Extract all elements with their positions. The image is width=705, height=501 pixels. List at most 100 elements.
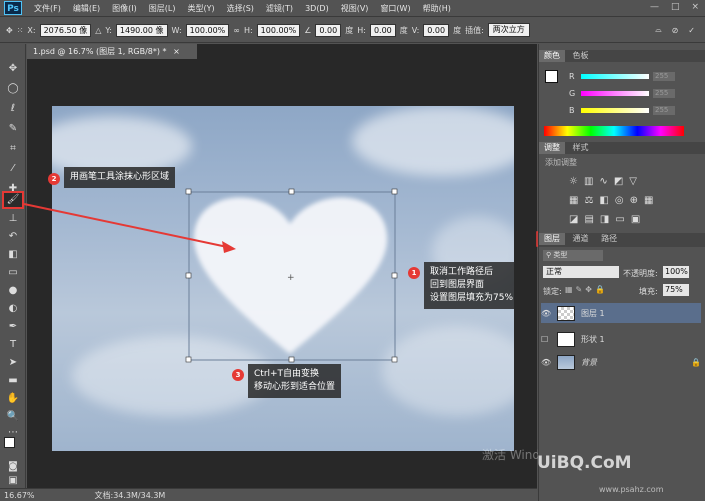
tab-styles[interactable]: 样式 (568, 142, 594, 154)
tab-color[interactable]: 颜色 (539, 50, 565, 62)
menu-type[interactable]: 类型(Y) (181, 3, 220, 14)
close-button[interactable]: × (691, 2, 699, 12)
blend-mode-select[interactable]: 正常 (543, 266, 619, 278)
move-tool-icon[interactable]: ✥ (6, 26, 13, 35)
layer-row-2[interactable]: ☐ 形状 1 (541, 329, 701, 349)
eye-icon[interactable]: 👁 (541, 309, 551, 318)
type-tool-icon[interactable]: T (4, 338, 22, 352)
width-field[interactable]: 100.00% (185, 23, 230, 37)
brightness-icon[interactable]: ☼ (569, 176, 584, 187)
quick-mask-icon[interactable]: ◙ (4, 460, 22, 474)
menu-filter[interactable]: 滤镜(T) (260, 3, 299, 14)
layer-filter[interactable]: ⚲ 类型 (543, 250, 603, 261)
shape-tool-icon[interactable]: ▬ (4, 374, 22, 388)
dodge-tool-icon[interactable]: ◐ (4, 302, 22, 316)
green-value[interactable]: 255 (653, 88, 675, 98)
height-field[interactable]: 100.00% (256, 23, 301, 37)
curves-icon[interactable]: ∿ (599, 176, 613, 187)
menu-edit[interactable]: 编辑(E) (67, 3, 106, 14)
photo-filter-icon[interactable]: ◎ (615, 195, 630, 206)
exposure-icon[interactable]: ◩ (614, 176, 629, 187)
history-brush-tool-icon[interactable]: ↶ (4, 230, 22, 244)
tab-paths[interactable]: 路径 (596, 233, 622, 245)
layer-name[interactable]: 图层 1 (581, 308, 605, 319)
blue-value[interactable]: 255 (653, 105, 675, 115)
cancel-transform-icon[interactable]: ⊘ (672, 26, 679, 35)
opacity-field[interactable]: 100% (663, 266, 689, 278)
menu-help[interactable]: 帮助(H) (417, 3, 457, 14)
y-field[interactable]: 1490.00 像 (115, 23, 168, 37)
tab-swatches[interactable]: 色板 (568, 50, 594, 62)
menu-view[interactable]: 视图(V) (335, 3, 375, 14)
path-select-tool-icon[interactable]: ➤ (4, 356, 22, 370)
clone-stamp-tool-icon[interactable]: ⊥ (4, 212, 22, 226)
vibrance-icon[interactable]: ▽ (629, 176, 643, 187)
document-tab[interactable]: 1.psd @ 16.7% (图层 1, RGB/8*) * × (27, 44, 197, 59)
maximize-button[interactable]: □ (671, 2, 680, 12)
fill-field[interactable]: 75% (663, 284, 689, 296)
menu-select[interactable]: 选择(S) (221, 3, 260, 14)
hskew-field[interactable]: 0.00 (369, 23, 396, 37)
red-slider[interactable] (581, 73, 649, 79)
eye-icon[interactable]: 👁 (541, 358, 551, 367)
layer-thumbnail (557, 331, 575, 347)
foreground-color-swatch[interactable] (4, 437, 15, 448)
layer-row-1[interactable]: 👁 图层 1 (541, 303, 701, 323)
lookup-icon[interactable]: ▦ (644, 195, 659, 206)
menu-image[interactable]: 图像(I) (106, 3, 143, 14)
tab-adjustments[interactable]: 调整 (539, 142, 565, 154)
pen-tool-icon[interactable]: ✒ (4, 320, 22, 334)
angle-field[interactable]: 0.00 (315, 23, 342, 37)
tab-channels[interactable]: 通道 (568, 233, 594, 245)
selective-color-icon[interactable]: ▣ (631, 214, 646, 225)
threshold-icon[interactable]: ◨ (600, 214, 615, 225)
zoom-tool-icon[interactable]: 🔍 (4, 410, 22, 424)
move-tool-icon[interactable]: ✥ (4, 62, 22, 76)
eyedropper-tool-icon[interactable]: ⁄ (4, 162, 22, 176)
brush-tool-icon[interactable]: 🖌 (2, 191, 24, 209)
screen-mode-icon[interactable]: ▣ (4, 474, 22, 488)
posterize-icon[interactable]: ▤ (584, 214, 599, 225)
x-field[interactable]: 2076.50 像 (39, 23, 92, 37)
lasso-tool-icon[interactable]: ℓ (4, 102, 22, 116)
blue-slider[interactable] (581, 107, 649, 113)
commit-transform-icon[interactable]: ✓ (688, 26, 695, 35)
crop-tool-icon[interactable]: ⌗ (4, 142, 22, 156)
tab-layers[interactable]: 图层 (539, 233, 565, 245)
link-icon[interactable]: ∞ (233, 26, 240, 35)
red-value[interactable]: 255 (653, 71, 675, 81)
bw-icon[interactable]: ◧ (599, 195, 614, 206)
eraser-tool-icon[interactable]: ◧ (4, 248, 22, 262)
foreground-color-chip[interactable] (545, 70, 558, 83)
green-slider[interactable] (581, 90, 649, 96)
invert-icon[interactable]: ◪ (569, 214, 584, 225)
menu-layer[interactable]: 图层(L) (143, 3, 182, 14)
gradient-map-icon[interactable]: ▭ (615, 214, 630, 225)
menu-3d[interactable]: 3D(D) (299, 4, 335, 13)
gradient-tool-icon[interactable]: ▭ (4, 266, 22, 280)
hand-tool-icon[interactable]: ✋ (4, 392, 22, 406)
vskew-field[interactable]: 0.00 (423, 23, 450, 37)
color-spectrum[interactable] (544, 126, 684, 136)
warp-icon[interactable]: ⌓ (655, 25, 661, 35)
delta-icon[interactable]: △ (95, 26, 101, 35)
channel-mixer-icon[interactable]: ⊕ (630, 195, 644, 206)
menu-file[interactable]: 文件(F) (28, 3, 67, 14)
minimize-button[interactable]: — (650, 2, 659, 12)
lock-icons[interactable]: ▦✎✥🔒 (565, 285, 608, 294)
color-balance-icon[interactable]: ⚖ (584, 195, 599, 206)
interpolation-select[interactable]: 两次立方 (487, 23, 530, 37)
layer-row-3[interactable]: 👁 背景 🔒 (541, 352, 701, 372)
menu-window[interactable]: 窗口(W) (374, 3, 416, 14)
layer-name[interactable]: 形状 1 (581, 334, 605, 345)
blur-tool-icon[interactable]: ● (4, 284, 22, 298)
document-close-icon[interactable]: × (173, 47, 180, 56)
reference-point-icon[interactable]: ⁙ (17, 26, 24, 35)
zoom-level[interactable]: 16.67% (4, 491, 35, 500)
layer-name[interactable]: 背景 (581, 357, 597, 368)
hue-sat-icon[interactable]: ▦ (569, 195, 584, 206)
levels-icon[interactable]: ▥ (584, 176, 599, 187)
quick-select-tool-icon[interactable]: ✎ (4, 122, 22, 136)
marquee-tool-icon[interactable]: ◯ (4, 82, 22, 96)
visibility-off-box[interactable]: ☐ (541, 335, 551, 344)
